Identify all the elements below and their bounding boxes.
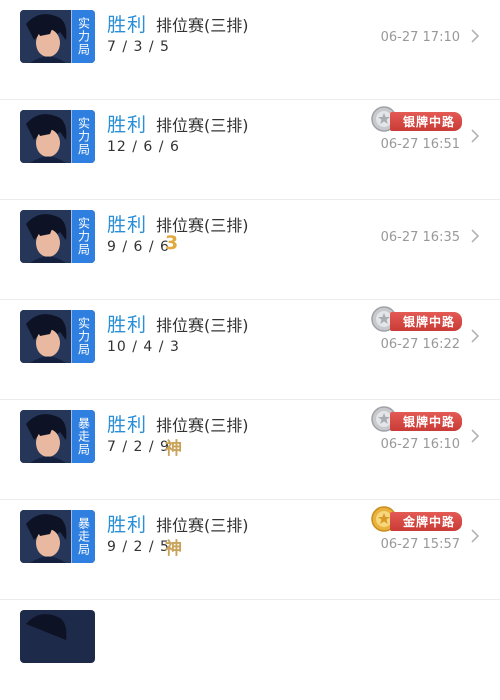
match-row[interactable]: 暴走局 胜利 排位赛(三排) 7 / 2 / 9 神 银牌中路 06-27 16… <box>0 400 500 500</box>
badge-label: 金牌中路 <box>390 512 462 531</box>
chevron-right-icon[interactable] <box>470 128 480 144</box>
god-mark: 神 <box>165 439 182 459</box>
match-type: 排位赛(三排) <box>156 516 249 535</box>
badge-label: 银牌中路 <box>390 112 462 131</box>
match-result: 胜利 <box>107 114 148 136</box>
match-result: 胜利 <box>107 314 148 336</box>
hero-avatar: 暴走局 <box>20 510 95 563</box>
match-type: 排位赛(三排) <box>156 16 249 35</box>
mode-tag: 暴走局 <box>71 510 95 563</box>
match-result: 胜利 <box>107 14 148 36</box>
match-row[interactable]: 实力局 胜利 排位赛(三排) 9 / 6 / 6 3 06-27 16:35 <box>0 200 500 300</box>
chevron-right-icon[interactable] <box>470 228 480 244</box>
match-result: 胜利 <box>107 414 148 436</box>
match-type: 排位赛(三排) <box>156 316 249 335</box>
hero-avatar: 实力局 <box>20 210 95 263</box>
mode-tag: 实力局 <box>71 10 95 63</box>
match-time: 06-27 16:35 <box>380 230 460 245</box>
hero-avatar: 实力局 <box>20 310 95 363</box>
kda-score: 7 / 2 / 9 <box>107 439 170 455</box>
match-time: 06-27 16:51 <box>380 137 460 152</box>
position-badge: 金牌中路 <box>370 505 462 535</box>
match-row[interactable]: 实力局 胜利 排位赛(三排) 10 / 4 / 3 银牌中路 06-27 16:… <box>0 300 500 400</box>
mode-tag: 实力局 <box>71 110 95 163</box>
badge-label: 银牌中路 <box>390 412 462 431</box>
god-mark: 神 <box>165 539 182 559</box>
hero-avatar: 暴走局 <box>20 410 95 463</box>
kda-score: 9 / 6 / 6 <box>107 239 170 255</box>
chevron-right-icon[interactable] <box>470 428 480 444</box>
match-time: 06-27 15:57 <box>380 537 460 552</box>
match-time: 06-27 16:22 <box>380 337 460 352</box>
badge-label: 银牌中路 <box>390 312 462 331</box>
hero-avatar <box>20 610 95 663</box>
kda-score: 12 / 6 / 6 <box>107 139 180 155</box>
match-type: 排位赛(三排) <box>156 116 249 135</box>
position-badge: 银牌中路 <box>370 305 462 335</box>
match-row[interactable]: 实力局 胜利 排位赛(三排) 12 / 6 / 6 银牌中路 06-27 16:… <box>0 100 500 200</box>
triple-kill-mark: 3 <box>165 232 179 254</box>
kda-score: 10 / 4 / 3 <box>107 339 180 355</box>
hero-avatar: 实力局 <box>20 10 95 63</box>
match-result: 胜利 <box>107 214 148 236</box>
mode-tag: 实力局 <box>71 310 95 363</box>
hero-avatar: 实力局 <box>20 110 95 163</box>
chevron-right-icon[interactable] <box>470 28 480 44</box>
match-result: 胜利 <box>107 514 148 536</box>
kda-score: 9 / 2 / 5 <box>107 539 170 555</box>
match-row[interactable]: 暴走局 胜利 排位赛(三排) 9 / 2 / 5 神 金牌中路 06-27 15… <box>0 500 500 600</box>
mode-tag: 暴走局 <box>71 410 95 463</box>
position-badge: 银牌中路 <box>370 405 462 435</box>
match-type: 排位赛(三排) <box>156 416 249 435</box>
chevron-right-icon[interactable] <box>470 528 480 544</box>
match-time: 06-27 17:10 <box>380 30 460 45</box>
mode-tag: 实力局 <box>71 210 95 263</box>
match-row[interactable]: 实力局 胜利 排位赛(三排) 7 / 3 / 5 06-27 17:10 <box>0 0 500 100</box>
kda-score: 7 / 3 / 5 <box>107 39 170 55</box>
position-badge: 银牌中路 <box>370 105 462 135</box>
match-time: 06-27 16:10 <box>380 437 460 452</box>
chevron-right-icon[interactable] <box>470 328 480 344</box>
match-row-partial[interactable] <box>0 600 500 700</box>
